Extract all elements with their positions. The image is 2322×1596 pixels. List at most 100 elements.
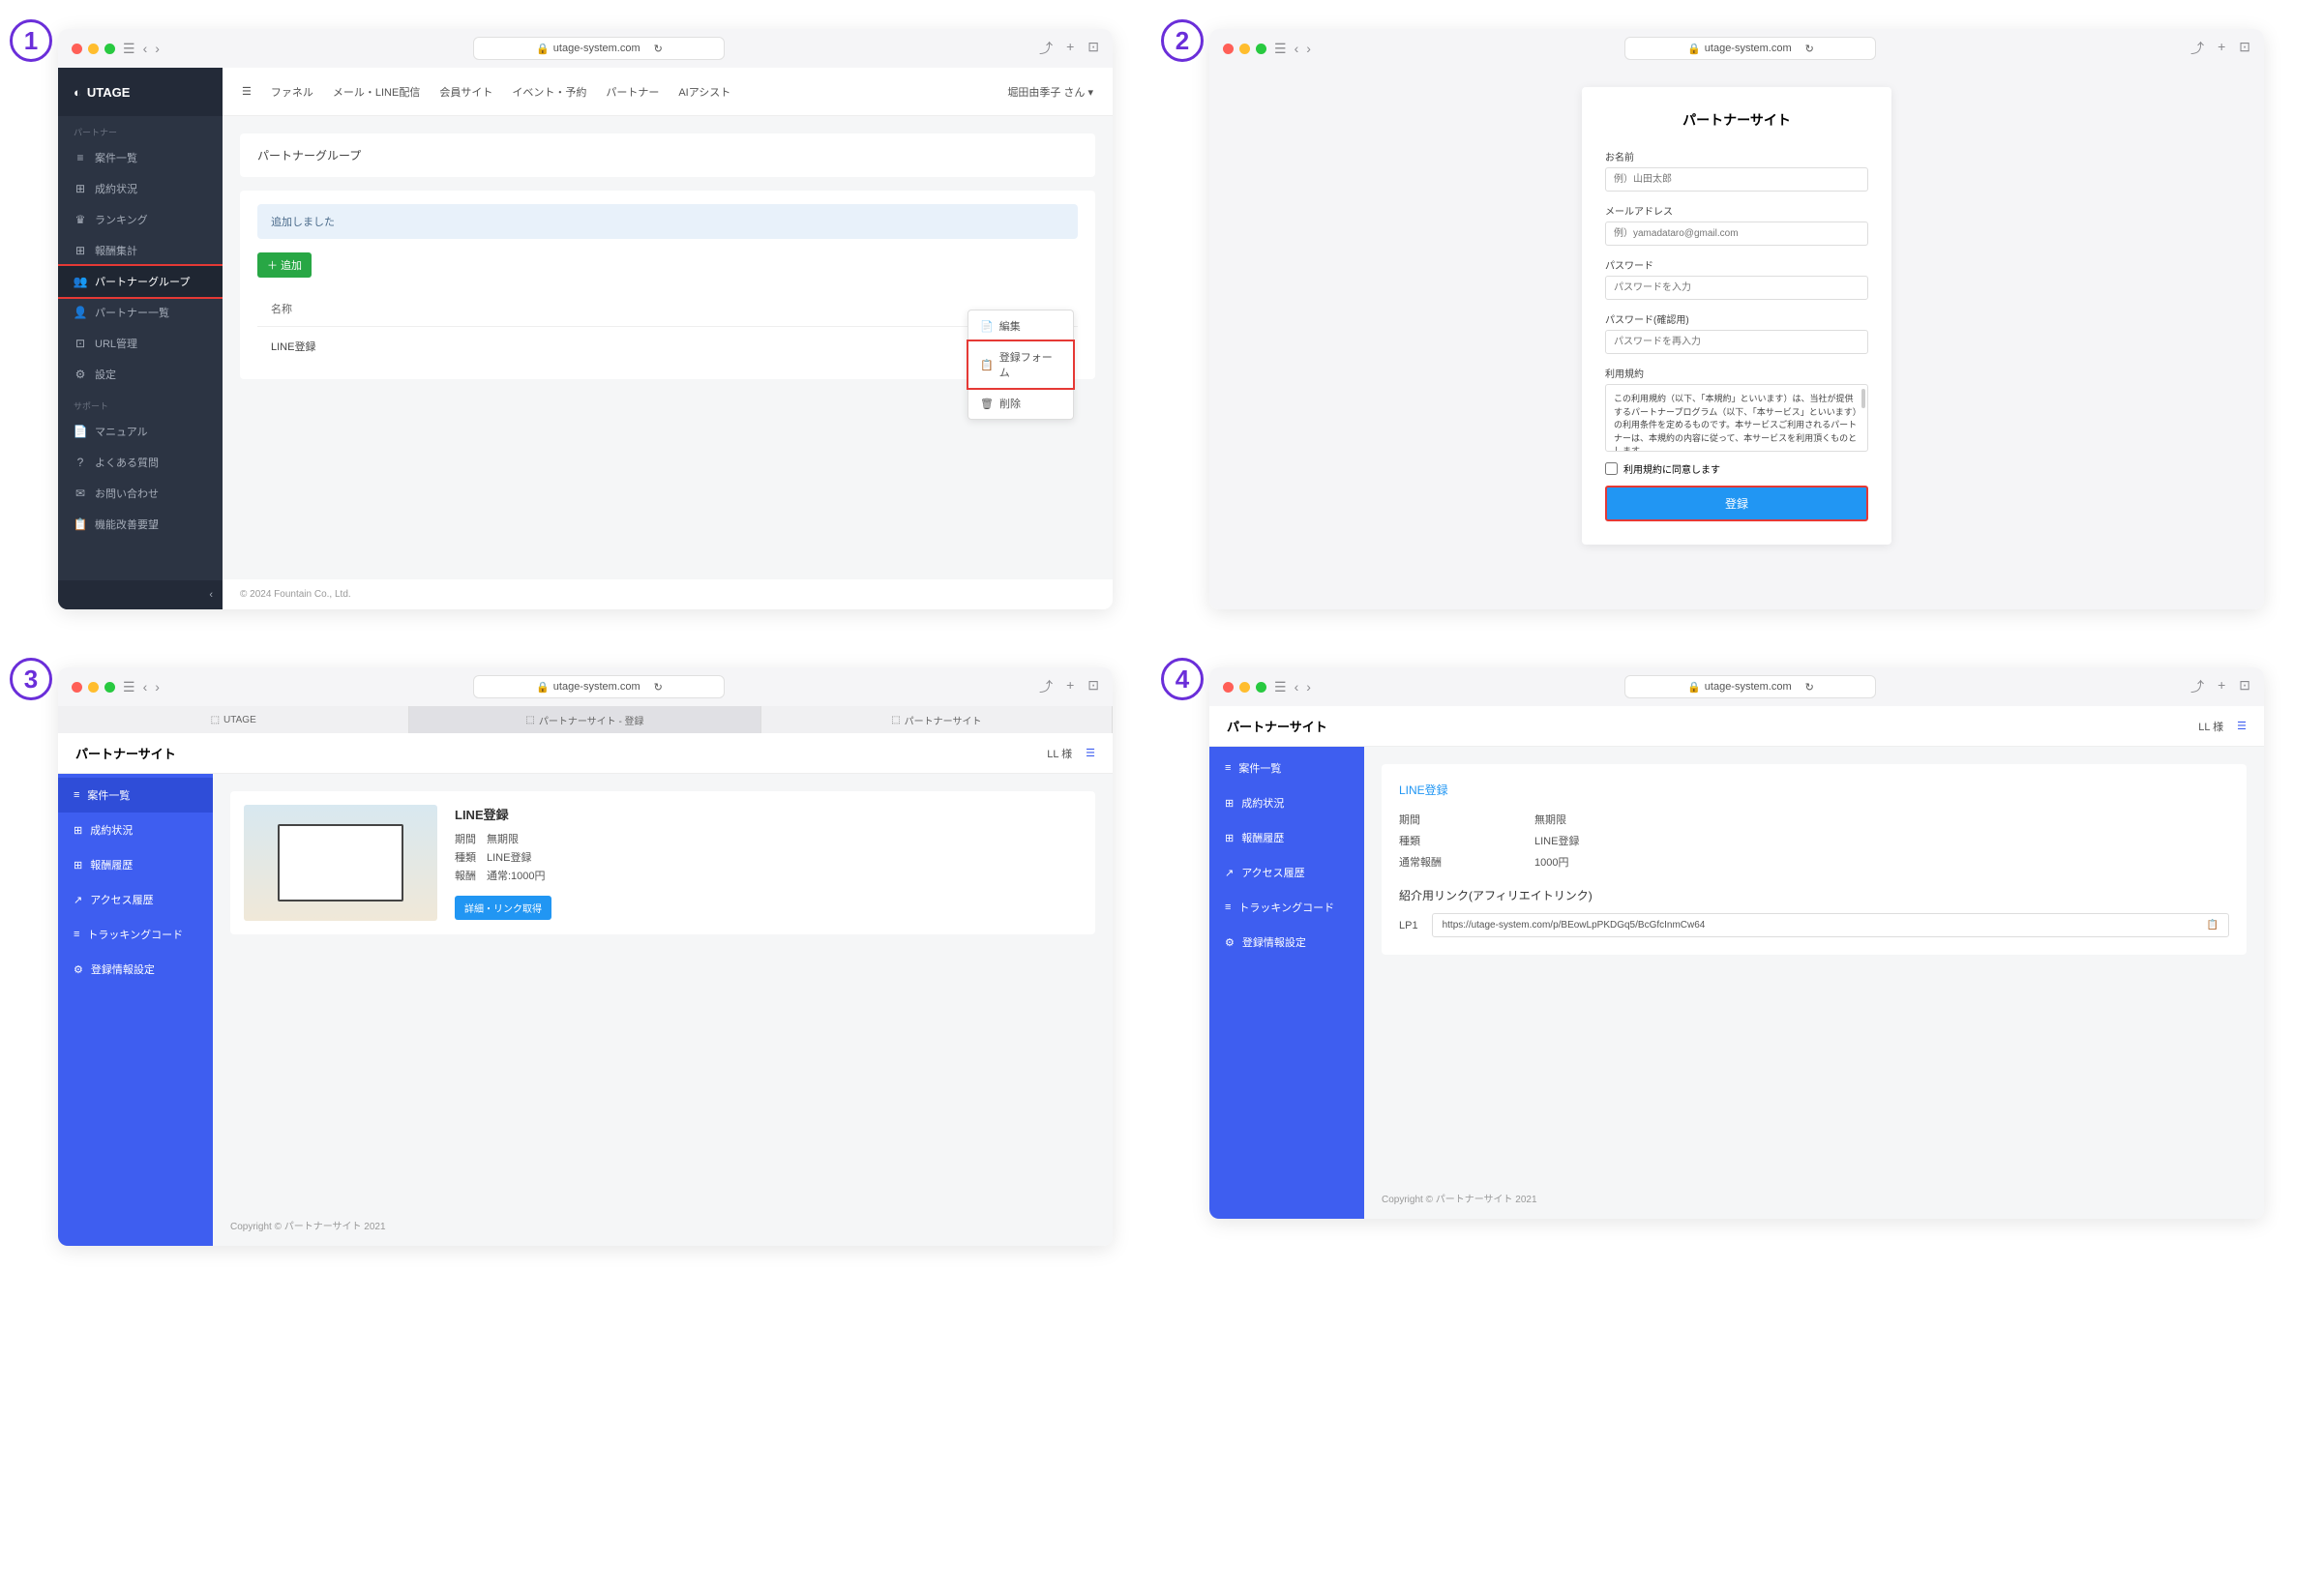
copy-icon[interactable]: 📋: [2207, 920, 2218, 931]
password-confirm-field[interactable]: [1605, 330, 1868, 354]
scrollbar[interactable]: [1861, 389, 1865, 408]
back-icon[interactable]: ‹: [143, 679, 148, 695]
sidebar-item-url[interactable]: ⊡URL管理: [58, 328, 223, 359]
share-icon[interactable]: ⤴: [1039, 39, 1053, 58]
sidebar-icon[interactable]: ☰: [1274, 679, 1287, 695]
reload-icon[interactable]: ↻: [1805, 43, 1814, 55]
chart-icon: ⊞: [74, 244, 87, 257]
traffic-lights[interactable]: [72, 682, 115, 693]
tabs-icon[interactable]: ⊡: [2239, 39, 2250, 58]
sidebar-item-tracking[interactable]: ≡トラッキングコード: [1209, 890, 1364, 925]
reload-icon[interactable]: ↻: [654, 43, 663, 55]
back-icon[interactable]: ‹: [143, 41, 148, 56]
sidebar-item-rewards[interactable]: ⊞報酬履歴: [1209, 820, 1364, 855]
mail-icon: ✉: [74, 487, 87, 500]
agree-checkbox[interactable]: 利用規約に同意します: [1605, 461, 1868, 476]
logo[interactable]: ◐UTAGE: [58, 68, 223, 116]
url-bar[interactable]: 🔒utage-system.com↻: [1624, 37, 1876, 60]
reload-icon[interactable]: ↻: [1805, 681, 1814, 694]
topnav-ai[interactable]: AIアシスト: [678, 84, 730, 100]
code-icon: ≡: [1225, 901, 1231, 913]
sidebar-icon[interactable]: ☰: [123, 41, 135, 57]
menu-edit[interactable]: 📄編集: [968, 310, 1073, 341]
sidebar-icon[interactable]: ☰: [1274, 41, 1287, 57]
topnav-funnel[interactable]: ファネル: [271, 84, 313, 100]
sidebar-item-settings[interactable]: ⚙登録情報設定: [1209, 925, 1364, 960]
submit-button[interactable]: 登録: [1605, 486, 1868, 521]
sidebar-item-contact[interactable]: ✉お問い合わせ: [58, 478, 223, 509]
sidebar-item-cases[interactable]: ≡案件一覧: [58, 142, 223, 173]
sidebar-item-manual[interactable]: 📄マニュアル: [58, 416, 223, 447]
add-button[interactable]: ＋ 追加: [257, 252, 312, 278]
sidebar-item-cases[interactable]: ≡案件一覧: [1209, 751, 1364, 785]
hamburger-icon[interactable]: ☰: [1086, 747, 1095, 759]
menu-delete[interactable]: 🗑削除: [968, 388, 1073, 419]
back-icon[interactable]: ‹: [1295, 679, 1299, 695]
sidebar-item-settings[interactable]: ⚙登録情報設定: [58, 952, 213, 987]
clipboard-icon: 📋: [74, 517, 87, 531]
fwd-icon[interactable]: ›: [155, 41, 160, 56]
sidebar-item-contracts[interactable]: ⊞成約状況: [1209, 785, 1364, 820]
password-field[interactable]: [1605, 276, 1868, 300]
url-bar[interactable]: 🔒utage-system.com↻: [1624, 675, 1876, 698]
topnav-partner[interactable]: パートナー: [606, 84, 659, 100]
plus-icon[interactable]: +: [2218, 677, 2225, 696]
sidebar-item-contracts[interactable]: ⊞成約状況: [58, 173, 223, 204]
menu-icon[interactable]: ☰: [242, 85, 252, 98]
fwd-icon[interactable]: ›: [1306, 41, 1311, 56]
sidebar-item-ranking[interactable]: ♛ランキング: [58, 204, 223, 235]
topnav-mail[interactable]: メール・LINE配信: [333, 84, 420, 100]
sidebar-item-settings[interactable]: ⚙設定: [58, 359, 223, 390]
tab-register[interactable]: ⬚パートナーサイト - 登録: [409, 706, 760, 733]
user-menu[interactable]: 堀田由季子 さん ▾: [1007, 84, 1093, 100]
sidebar-item-tracking[interactable]: ≡トラッキングコード: [58, 917, 213, 952]
reload-icon[interactable]: ↻: [654, 681, 663, 694]
sidebar-item-faq[interactable]: ?よくある質問: [58, 447, 223, 478]
url-bar[interactable]: 🔒utage-system.com↻: [473, 675, 725, 698]
share-icon[interactable]: ⤴: [2190, 39, 2204, 58]
share-icon[interactable]: ⤴: [2190, 677, 2204, 696]
affiliate-heading: 紹介用リンク(アフィリエイトリンク): [1399, 887, 2229, 903]
fwd-icon[interactable]: ›: [1306, 679, 1311, 695]
plus-icon[interactable]: +: [2218, 39, 2225, 58]
sidebar-item-cases[interactable]: ≡案件一覧: [58, 778, 213, 813]
traffic-lights[interactable]: [72, 44, 115, 54]
sidebar-item-contracts[interactable]: ⊞成約状況: [58, 813, 213, 847]
link-input[interactable]: https://utage-system.com/p/BEowLpPKDGq5/…: [1432, 913, 2229, 937]
tab-utage[interactable]: ⬚UTAGE: [58, 706, 409, 733]
traffic-lights[interactable]: [1223, 44, 1266, 54]
topnav-event[interactable]: イベント・予約: [512, 84, 586, 100]
tabs-icon[interactable]: ⊡: [1087, 39, 1099, 58]
footer: Copyright © パートナーサイト 2021: [213, 1204, 403, 1246]
sidebar-item-access[interactable]: ↗アクセス履歴: [1209, 855, 1364, 890]
label-name: お名前: [1605, 149, 1868, 163]
detail-button[interactable]: 詳細・リンク取得: [455, 896, 551, 920]
sidebar-item-partner-group[interactable]: 👥パートナーグループ: [58, 264, 224, 299]
sidebar-item-feedback[interactable]: 📋機能改善要望: [58, 509, 223, 540]
lock-icon: 🔒: [536, 681, 550, 694]
sidebar-item-access[interactable]: ↗アクセス履歴: [58, 882, 213, 917]
agree-input[interactable]: [1605, 462, 1618, 475]
sidebar-item-rewards[interactable]: ⊞報酬履歴: [58, 847, 213, 882]
sidebar-icon[interactable]: ☰: [123, 679, 135, 695]
plus-icon[interactable]: +: [1066, 39, 1074, 58]
tabs-icon[interactable]: ⊡: [2239, 677, 2250, 696]
page-header: パートナーサイト LL 様☰: [58, 733, 1113, 774]
traffic-lights[interactable]: [1223, 682, 1266, 693]
hamburger-icon[interactable]: ☰: [2237, 720, 2247, 732]
email-field[interactable]: [1605, 222, 1868, 246]
topnav-member[interactable]: 会員サイト: [439, 84, 492, 100]
plus-icon[interactable]: +: [1066, 677, 1074, 696]
url-bar[interactable]: 🔒utage-system.com↻: [473, 37, 725, 60]
collapse-button[interactable]: ‹: [58, 580, 223, 609]
menu-register-form[interactable]: 📋登録フォーム: [967, 340, 1075, 390]
sidebar-item-partner-list[interactable]: 👤パートナー一覧: [58, 297, 223, 328]
back-icon[interactable]: ‹: [1295, 41, 1299, 56]
terms-box[interactable]: この利用規約（以下、「本規約」といいます）は、当社が提供するパートナープログラム…: [1605, 384, 1868, 452]
tab-partner-site[interactable]: ⬚パートナーサイト: [761, 706, 1113, 733]
tabs-icon[interactable]: ⊡: [1087, 677, 1099, 696]
fwd-icon[interactable]: ›: [155, 679, 160, 695]
name-field[interactable]: [1605, 167, 1868, 192]
sidebar-item-reward[interactable]: ⊞報酬集計: [58, 235, 223, 266]
share-icon[interactable]: ⤴: [1039, 677, 1053, 696]
